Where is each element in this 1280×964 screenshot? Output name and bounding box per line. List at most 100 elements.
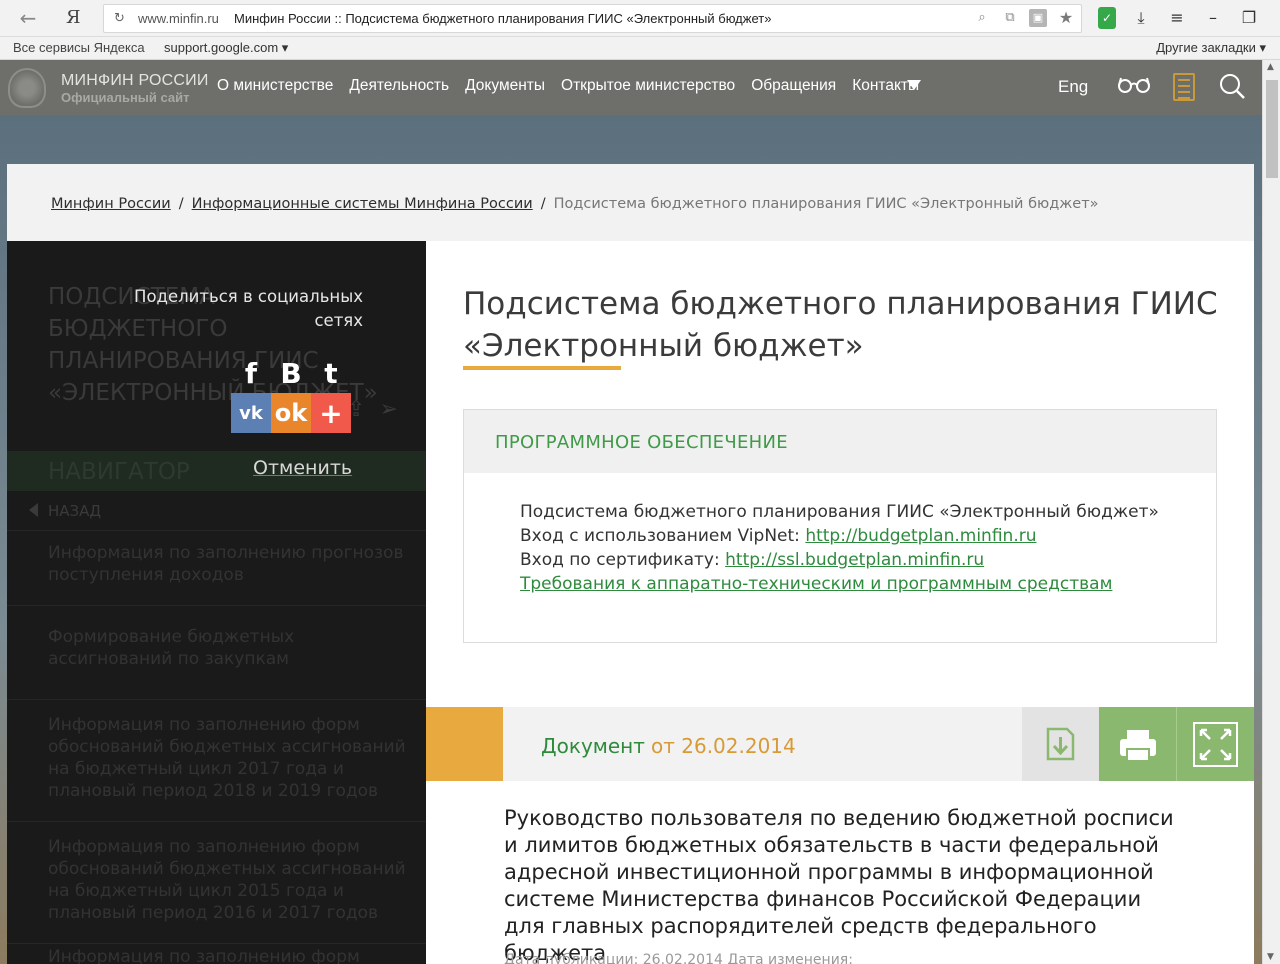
document-accent [426, 707, 503, 781]
nav-activity[interactable]: Деятельность [349, 77, 449, 95]
sidebar-item-label: Формирование бюджетных ассигнований по з… [48, 627, 295, 669]
printer-icon [1120, 730, 1156, 762]
fullscreen-icon [1193, 722, 1238, 767]
other-bookmarks[interactable]: Другие закладки ▾ [1156, 40, 1266, 56]
scroll-down-icon[interactable]: ▼ [1267, 952, 1274, 962]
sidebar-actions: ⇪ ➢ [347, 397, 398, 422]
scroll-up-icon[interactable]: ▲ [1267, 62, 1274, 72]
back-triangle-icon [29, 503, 38, 517]
breadcrumb-minfin[interactable]: Минфин России [51, 196, 171, 212]
vkontakte-b-icon[interactable]: B [271, 353, 311, 393]
breadcrumb-separator: / [540, 196, 546, 212]
share-caption: Поделиться в социальных сетях [103, 285, 363, 333]
breadcrumb-info-systems[interactable]: Информационные системы Минфина России [192, 196, 533, 212]
breadcrumb-current: Подсистема бюджетного планирования ГИИС … [553, 196, 1099, 212]
breadcrumb: Минфин России / Информационные системы Мин… [51, 196, 1099, 212]
document-heading[interactable]: Руководство пользователя по ведению бюдж… [504, 805, 1184, 964]
document-bar: Документ от 26.02.2014 [426, 707, 1254, 781]
odnoklassniki-icon[interactable]: ok [271, 393, 311, 433]
lock-icon[interactable]: ▣ [1029, 9, 1047, 27]
yandex-logo[interactable]: Я [66, 6, 81, 30]
nav-appeals[interactable]: Обращения [751, 77, 836, 95]
navigator-title: НАВИГАТОР [48, 459, 190, 485]
facebook-icon[interactable]: f [231, 353, 271, 393]
back-arrow-icon[interactable]: ← [16, 6, 40, 30]
document-date: от 26.02.2014 [651, 734, 796, 758]
page-scrollbar[interactable]: ▲ ▼ [1262, 60, 1280, 964]
breadcrumb-separator: / [178, 196, 184, 212]
document-label: Документ [541, 734, 645, 758]
zoom-icon[interactable]: ⌕ [973, 9, 991, 27]
bookmark-yandex-services[interactable]: Все сервисы Яндекса [13, 40, 145, 55]
reload-icon[interactable]: ↻ [114, 11, 125, 26]
share-buttons: f B t vk ok + [231, 353, 351, 433]
address-bar[interactable]: ↻ www.minfin.ru Минфин России :: Подсист… [103, 4, 1082, 33]
url-domain: www.minfin.ru [138, 11, 219, 26]
software-header: ПРОГРАММНОЕ ОБЕСПЕЧЕНИЕ [464, 410, 1216, 473]
software-line-3: Вход по сертификату: http://ssl.budgetpl… [520, 548, 1159, 572]
coat-of-arms-logo[interactable] [8, 68, 46, 108]
nav-documents[interactable]: Документы [465, 77, 545, 95]
nav-about[interactable]: О министерстве [217, 77, 333, 95]
sidebar-item-label: Информация по заполнению прогнозов посту… [48, 543, 404, 585]
nav-more-triangle-icon[interactable] [907, 80, 921, 90]
bookmark-google-support[interactable]: support.google.com ▾ [164, 40, 288, 56]
download-icon [1046, 727, 1075, 761]
navigator-header: НАВИГАТОР [7, 451, 426, 491]
software-line-2: Вход с использованием VipNet: http://bud… [520, 524, 1159, 548]
software-lines: Подсистема бюджетного планирования ГИИС … [520, 500, 1159, 596]
protect-shield-icon[interactable]: ✓ [1098, 7, 1116, 29]
star-icon[interactable]: ★ [1057, 9, 1075, 27]
language-switch[interactable]: Eng [1058, 77, 1088, 97]
software-box: ПРОГРАММНОЕ ОБЕСПЕЧЕНИЕ Подсистема бюдже… [463, 409, 1217, 643]
sidebar-item-revenue-forecasts[interactable]: Информация по заполнению прогнозов посту… [7, 532, 426, 606]
minimize-icon[interactable]: – [1202, 7, 1224, 29]
document-icon[interactable] [1173, 73, 1195, 101]
sidebar: ПОДСИСТЕМА БЮДЖЕТНОГО ПЛАНИРОВАНИЯ ГИИС … [7, 241, 426, 964]
requirements-link[interactable]: Требования к аппаратно-техническим и про… [520, 574, 1112, 594]
translate-icon[interactable]: ⧉ [1001, 9, 1019, 27]
sidebar-back-label: НАЗАД [48, 502, 102, 520]
more-share-icon[interactable]: + [311, 393, 351, 433]
sidebar-item-forms-2017[interactable]: Информация по заполнению форм обосновани… [7, 700, 426, 822]
software-line-1: Подсистема бюджетного планирования ГИИС … [520, 502, 1159, 522]
print-button[interactable] [1099, 707, 1177, 781]
sidebar-back[interactable]: НАЗАД [7, 491, 426, 531]
sidebar-item-label: Информация по заполнению форм [48, 947, 360, 964]
twitter-icon[interactable]: t [311, 353, 351, 393]
download-icon[interactable]: ⤓ [1130, 7, 1152, 29]
sidebar-item-procurement[interactable]: Формирование бюджетных ассигнований по з… [7, 606, 426, 700]
download-document-button[interactable] [1022, 707, 1099, 781]
nav-open-ministry[interactable]: Открытое министерство [561, 77, 735, 95]
sidebar-item-forms-2015[interactable]: Информация по заполнению форм обосновани… [7, 822, 426, 944]
scroll-thumb[interactable] [1266, 80, 1278, 178]
send-icon[interactable]: ➢ [379, 397, 397, 422]
sidebar-item-label: Информация по заполнению форм обосновани… [48, 715, 406, 801]
sidebar-item-forms-more[interactable]: Информация по заполнению форм [7, 944, 426, 964]
close-icon[interactable]: ✕ [1274, 7, 1280, 29]
software-line-4: Требования к аппаратно-техническим и про… [520, 572, 1159, 596]
browser-tools: ✓ ⤓ ≡ – ❐ ✕ [1098, 7, 1280, 29]
vk-icon[interactable]: vk [231, 393, 271, 433]
browser-toolbar: ← Я ↻ www.minfin.ru Минфин России :: Под… [0, 0, 1280, 37]
software-heading: ПРОГРАММНОЕ ОБЕСПЕЧЕНИЕ [495, 432, 788, 453]
expand-button[interactable] [1177, 707, 1254, 781]
site-subtitle: Официальный сайт [61, 90, 190, 105]
url-page-title: Минфин России :: Подсистема бюджетного п… [234, 11, 772, 26]
vipnet-link[interactable]: http://budgetplan.minfin.ru [805, 526, 1036, 546]
document-meta: Дата публикации: 26.02.2014 Дата изменен… [504, 952, 853, 964]
title-underline [463, 366, 621, 370]
address-bar-icons: ⌕ ⧉ ▣ ★ [973, 9, 1075, 27]
search-icon[interactable] [1218, 72, 1246, 100]
vipnet-label: Вход с использованием VipNet: [520, 526, 806, 546]
page-title: Подсистема бюджетного планирования ГИИС … [463, 286, 1218, 364]
certificate-link[interactable]: http://ssl.budgetplan.minfin.ru [725, 550, 984, 570]
share-caption-line2: сетях [314, 311, 363, 330]
menu-icon[interactable]: ≡ [1166, 7, 1188, 29]
restore-icon[interactable]: ❐ [1238, 7, 1260, 29]
sidebar-item-label: Информация по заполнению форм обосновани… [48, 837, 406, 923]
share-cancel-link[interactable]: Отменить [253, 457, 352, 479]
site-name[interactable]: МИНФИН РОССИИ [61, 72, 209, 90]
bookmarks-bar: Все сервисы Яндекса support.google.com ▾… [0, 37, 1280, 60]
glasses-icon[interactable] [1117, 74, 1151, 96]
